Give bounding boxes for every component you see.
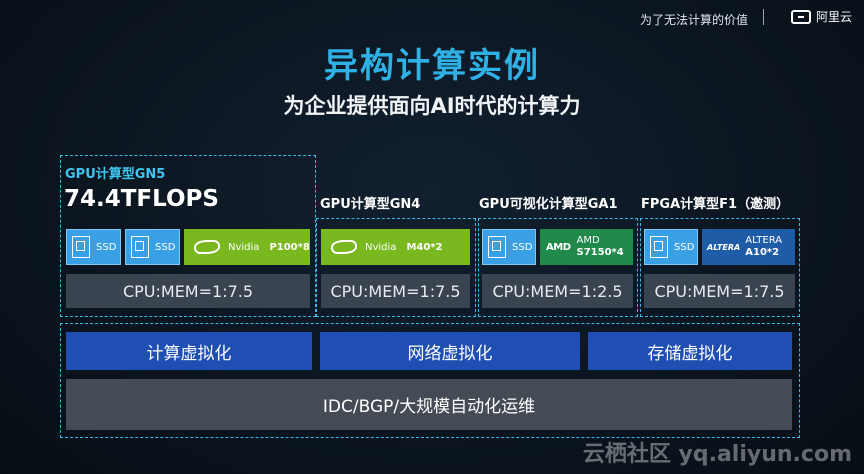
infrastructure-layer: IDC/BGP/大规模自动化运维 bbox=[66, 379, 792, 430]
fpga-brand: ALTERA bbox=[745, 235, 783, 246]
compute-virtualization: 计算虚拟化 bbox=[66, 332, 312, 370]
gpu-brand: Nvidia bbox=[365, 241, 397, 253]
gn5-ssd-1: SSD bbox=[66, 229, 121, 265]
gpu-model: S7150*4 bbox=[576, 247, 624, 258]
f1-ratio: CPU:MEM=1:7.5 bbox=[644, 274, 795, 308]
f1-fpga: ALTERA ALTERA A10*2 bbox=[702, 229, 795, 265]
gn5-gpu: Nvidia P100*8 bbox=[184, 229, 310, 265]
ssd-chip-icon bbox=[131, 236, 149, 258]
gpu-brand: AMD bbox=[576, 235, 600, 246]
ssd-chip-icon bbox=[72, 236, 90, 258]
ssd-label: SSD bbox=[155, 241, 176, 253]
altera-logo-icon: ALTERA bbox=[707, 242, 741, 252]
gn5-ratio: CPU:MEM=1:7.5 bbox=[66, 274, 310, 308]
ssd-label: SSD bbox=[674, 241, 695, 253]
brand-name: 阿里云 bbox=[815, 10, 852, 24]
ssd-chip-icon bbox=[488, 236, 506, 258]
gn4-name: GPU计算型GN4 bbox=[320, 197, 421, 212]
network-virtualization: 网络虚拟化 bbox=[320, 332, 580, 370]
watermark: 云栖社区 yq.aliyun.com bbox=[582, 442, 852, 467]
page-title: 异构计算实例 bbox=[324, 46, 540, 86]
gn4-gpu: Nvidia M40*2 bbox=[321, 229, 470, 265]
ga1-ratio: CPU:MEM=1:2.5 bbox=[482, 274, 633, 308]
gpu-model: M40*2 bbox=[406, 241, 443, 253]
amd-logo-icon: AMD bbox=[546, 241, 571, 253]
gpu-model: P100*8 bbox=[269, 241, 310, 253]
gn4-ratio: CPU:MEM=1:7.5 bbox=[321, 274, 470, 308]
f1-ssd: SSD bbox=[644, 229, 698, 265]
ga1-gpu: AMD AMD S7150*4 bbox=[540, 229, 633, 265]
header-divider bbox=[763, 9, 764, 25]
brand-logo: 阿里云 bbox=[790, 8, 852, 25]
ga1-name: GPU可视化计算型GA1 bbox=[479, 197, 618, 212]
gn5-ssd-2: SSD bbox=[125, 229, 180, 265]
ssd-label: SSD bbox=[96, 241, 117, 253]
ssd-chip-icon bbox=[650, 236, 668, 258]
nvidia-logo-icon bbox=[331, 240, 357, 254]
storage-virtualization: 存储虚拟化 bbox=[588, 332, 792, 370]
aliyun-logo-icon bbox=[790, 9, 811, 24]
ssd-label: SSD bbox=[512, 241, 533, 253]
page-subtitle: 为企业提供面向AI时代的计算力 bbox=[283, 94, 581, 118]
slide: 为了无法计算的价值 阿里云 异构计算实例 为企业提供面向AI时代的计算力 GPU… bbox=[0, 0, 864, 474]
header-tagline: 为了无法计算的价值 bbox=[639, 13, 748, 27]
gn5-perf: 74.4TFLOPS bbox=[64, 186, 219, 212]
f1-name: FPGA计算型F1（邀测） bbox=[641, 197, 790, 212]
fpga-model: A10*2 bbox=[745, 247, 780, 258]
gn5-name: GPU计算型GN5 bbox=[65, 167, 166, 182]
nvidia-logo-icon bbox=[194, 240, 220, 254]
gpu-brand: Nvidia bbox=[228, 241, 260, 253]
ga1-ssd: SSD bbox=[482, 229, 536, 265]
